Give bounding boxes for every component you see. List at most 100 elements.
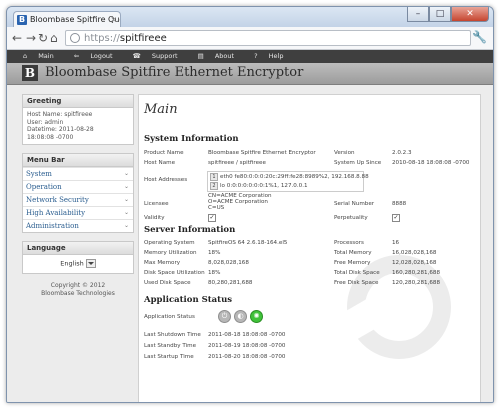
host-name-label: Host Name [144,160,176,166]
greeting-datetime: Datetime: 2011-08-28 [27,126,94,133]
free-memory-value: 12,028,028,168 [392,260,437,266]
language-panel: Language English [22,241,134,274]
last-startup-value: 2011-08-20 18:08:08 -0700 [208,354,286,360]
os-value: SpitfireOS 64 2.6.18-164.el5 [208,240,288,246]
system-info-heading: System Information [144,134,239,144]
disk-util-label: Disk Space Utilization [144,270,205,276]
menu-item-administration[interactable]: Administration ⌄ [23,219,133,232]
main-panel: Main System Information Product Name Blo… [138,94,481,402]
address-index: 1 [210,173,218,181]
brand-title: Bloombase Spitfire Ethernet Encryptor [45,65,304,80]
copyright-line: Copyright © 2012 [50,282,106,289]
wrench-icon[interactable]: 🔧 [472,30,487,44]
host-address-row-1: 1 eth0 fe80:0:0:0:20c:29ff:fe28:8989%2, 1… [210,173,369,181]
menu-item-high-availability[interactable]: High Availability ⌄ [23,206,133,219]
chevron-down-icon: ⌄ [123,196,129,203]
standby-icon[interactable]: ◐ [234,310,247,323]
last-standby-label: Last Standby Time [144,343,197,349]
stop-icon[interactable]: ⏻ [218,310,231,323]
os-label: Operating System [144,240,195,246]
globe-icon [70,33,80,43]
licensee-label: Licensee [144,201,169,207]
tab-title: Bloombase Spitfire Quorum [30,15,120,24]
validity-checkbox[interactable]: ✓ [208,214,216,222]
browser-toolbar: ← → ↻ ⌂ https://spitfireee 🔧 [7,27,493,50]
chevron-down-icon: ⌄ [123,222,129,229]
logout-icon: ⇐ [73,52,82,60]
validity-label: Validity [144,215,165,221]
perpetuality-checkbox[interactable]: ✓ [392,214,400,222]
menu-item-operation[interactable]: Operation ⌄ [23,180,133,193]
language-title: Language [23,242,133,255]
version-label: Version [334,150,355,156]
support-icon: ☎ [132,52,143,60]
up-since-value: 2010-08-18 18:08:08 -0700 [392,160,470,166]
page-viewport: ⌂ Main ⇐ Logout ☎ Support ▤ About ? Help… [7,50,493,402]
top-menu-help[interactable]: ? Help [254,52,292,60]
top-menu-about[interactable]: ▤ About [198,52,243,60]
last-shutdown-value: 2011-08-18 18:08:08 -0700 [208,332,286,338]
sidebar: Greeting Host Name: spitfireee User: adm… [22,94,134,297]
disk-util-value: 18% [208,270,221,276]
forward-arrow-icon[interactable]: → [26,30,36,46]
top-menu-main[interactable]: ⌂ Main [23,52,63,60]
host-name-value: spitfireee / spitfireee [208,160,266,166]
menu-bar-panel: Menu Bar System ⌄ Operation ⌄ Network Secu… [22,153,134,233]
back-arrow-icon[interactable]: ← [12,30,22,46]
home-icon[interactable]: ⌂ [50,30,58,46]
language-select[interactable]: English [23,255,133,273]
used-disk-label: Used Disk Space [144,280,191,286]
free-disk-value: 120,280,281,688 [392,280,441,286]
favicon-icon: B [17,15,27,25]
free-memory-label: Free Memory [334,260,371,266]
menu-item-network-security[interactable]: Network Security ⌄ [23,193,133,206]
menu-item-system[interactable]: System ⌄ [23,167,133,180]
top-menu-support[interactable]: ☎ Support [133,52,187,60]
host-addresses-box: 1 eth0 fe80:0:0:0:20c:29ff:fe28:8989%2, 1… [207,171,369,192]
title-bar: B Bloombase Spitfire Quorum × – □ ✕ [7,7,493,27]
licensee-c: C=US [208,205,225,211]
max-memory-value: 8,028,028,168 [208,260,249,266]
perpetuality-label: Perpetuality [334,215,368,221]
last-standby-value: 2011-08-19 18:08:08 -0700 [208,343,286,349]
window-controls: – □ ✕ [407,7,489,22]
home-icon: ⌂ [23,52,30,60]
memory-util-label: Memory Utilization [144,250,197,256]
total-disk-label: Total Disk Space [334,270,380,276]
app-status-heading: Application Status [144,295,233,305]
copyright: Copyright © 2012 Bloombase Technologies [22,282,134,297]
greeting-body: Host Name: spitfireee User: admin Dateti… [23,108,133,144]
free-disk-label: Free Disk Space [334,280,379,286]
host-address-value: eth0 fe80:0:0:0:20c:29ff:fe28:8989%2, 19… [220,174,369,180]
server-info-heading: Server Information [144,225,236,235]
reload-icon[interactable]: ↻ [38,30,48,46]
total-memory-value: 16,028,028,168 [392,250,437,256]
maximize-button[interactable]: □ [429,7,451,22]
copyright-company: Bloombase Technologies [41,289,115,297]
tab-close-icon[interactable]: × [110,12,117,27]
greeting-host: Host Name: spitfireee [27,111,93,118]
total-memory-label: Total Memory [334,250,372,256]
browser-window: B Bloombase Spitfire Quorum × – □ ✕ ← → … [6,6,494,403]
page-title: Main [144,102,178,117]
chevron-down-icon: ⌄ [123,170,129,177]
top-menu-logout[interactable]: ⇐ Logout [74,52,122,60]
memory-util-value: 18% [208,250,221,256]
host-addresses-label: Host Addresses [144,177,188,183]
close-window-button[interactable]: ✕ [451,7,489,22]
help-icon: ? [254,52,260,60]
minimize-button[interactable]: – [407,7,429,22]
host-address-row-2: 2 lo 0:0:0:0:0:0:0:1%1, 127.0.0.1 [210,182,308,190]
version-value: 2.0.2.3 [392,150,412,156]
address-bar[interactable]: https://spitfireee [65,30,471,46]
max-memory-label: Max Memory [144,260,181,266]
browser-tab[interactable]: B Bloombase Spitfire Quorum × [13,11,121,27]
used-disk-value: 80,280,281,688 [208,280,253,286]
app-status-label: Application Status [144,314,195,320]
greeting-user: User: admin [27,118,64,126]
url-protocol: https:// [84,33,120,44]
menu-bar-title: Menu Bar [23,154,133,167]
last-shutdown-label: Last Shutdown Time [144,332,201,338]
start-icon[interactable]: ✺ [250,310,263,323]
bloombase-logo: B [22,65,38,81]
